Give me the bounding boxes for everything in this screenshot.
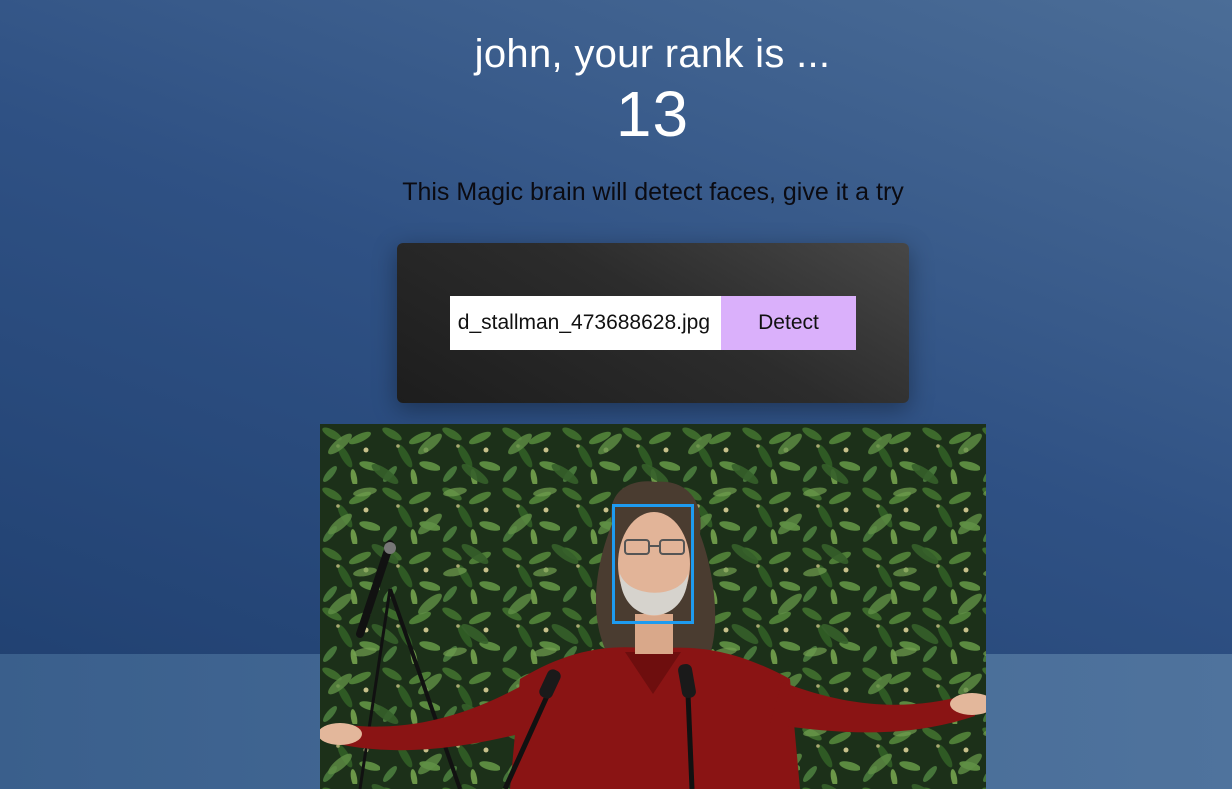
detect-button[interactable]: Detect — [721, 296, 856, 350]
tagline: This Magic brain will detect faces, give… — [402, 178, 904, 206]
rank-display: john, your rank is ... 13 — [0, 30, 1232, 148]
face-bounding-box — [612, 504, 694, 624]
result-image-container — [320, 424, 986, 789]
image-url-input[interactable] — [450, 296, 721, 350]
image-link-form: Detect — [397, 243, 909, 403]
rank-number: 13 — [615, 78, 690, 150]
rank-heading: john, your rank is ... — [474, 32, 831, 76]
